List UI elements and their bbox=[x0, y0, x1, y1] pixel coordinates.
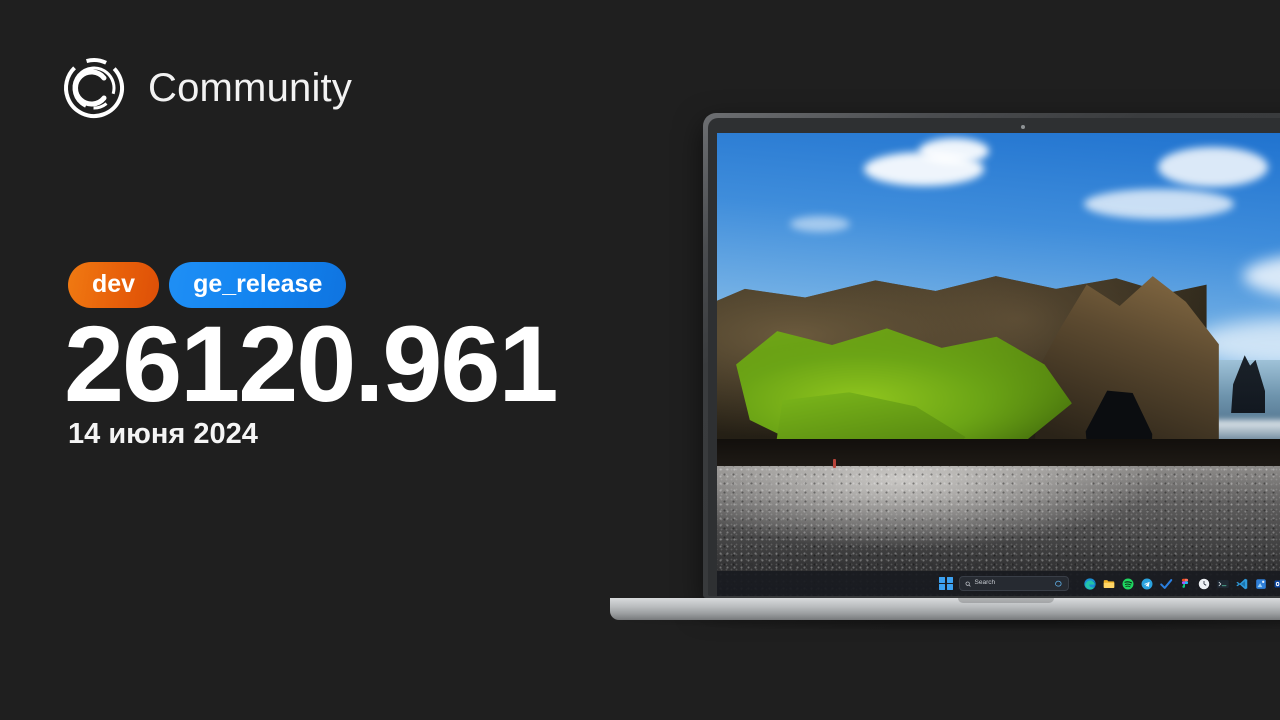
taskbar-app-vs-code[interactable] bbox=[1235, 577, 1249, 591]
laptop-base bbox=[610, 598, 1280, 620]
brand: Community bbox=[58, 52, 352, 124]
taskbar-app-to-do[interactable] bbox=[1159, 577, 1173, 591]
taskbar-app-clock[interactable] bbox=[1197, 577, 1211, 591]
badge-channel-dev: dev bbox=[68, 262, 160, 308]
taskbar-search-input[interactable]: Search bbox=[958, 576, 1069, 591]
taskbar-app-figma[interactable] bbox=[1178, 577, 1192, 591]
taskbar-app-edge[interactable] bbox=[1083, 577, 1097, 591]
community-circle-logo bbox=[58, 52, 130, 124]
desktop-wallpaper bbox=[717, 133, 1280, 596]
taskbar: Search bbox=[717, 571, 1280, 596]
taskbar-app-file-explorer[interactable] bbox=[1102, 577, 1116, 591]
brand-name: Community bbox=[148, 66, 353, 110]
taskbar-app-spotify[interactable] bbox=[1121, 577, 1135, 591]
laptop-bezel: Search for apps, settings, and documents… bbox=[708, 118, 1280, 596]
laptop-mockup: Search for apps, settings, and documents… bbox=[603, 113, 1280, 632]
release-badges: dev ge_release bbox=[68, 262, 347, 308]
taskbar-app-terminal[interactable] bbox=[1216, 577, 1230, 591]
slide-canvas: Community dev ge_release 26120.961 14 ию… bbox=[0, 0, 1280, 720]
build-number: 26120.961 bbox=[64, 303, 559, 424]
taskbar-app-photos[interactable] bbox=[1254, 577, 1268, 591]
laptop-shadow bbox=[603, 620, 1280, 632]
taskbar-search-label: Search bbox=[974, 579, 996, 587]
build-date: 14 июня 2024 bbox=[68, 418, 258, 450]
webcam-icon bbox=[1021, 125, 1025, 129]
windows-start-icon[interactable] bbox=[939, 576, 954, 591]
search-icon bbox=[965, 581, 971, 587]
laptop-lid: Search for apps, settings, and documents… bbox=[703, 113, 1280, 598]
copilot-icon[interactable] bbox=[1054, 579, 1063, 588]
taskbar-app-outlook[interactable] bbox=[1273, 577, 1280, 591]
laptop-screen: Search for apps, settings, and documents… bbox=[717, 133, 1280, 596]
taskbar-app-telegram[interactable] bbox=[1140, 577, 1154, 591]
badge-branch-ge-release: ge_release bbox=[169, 262, 347, 308]
